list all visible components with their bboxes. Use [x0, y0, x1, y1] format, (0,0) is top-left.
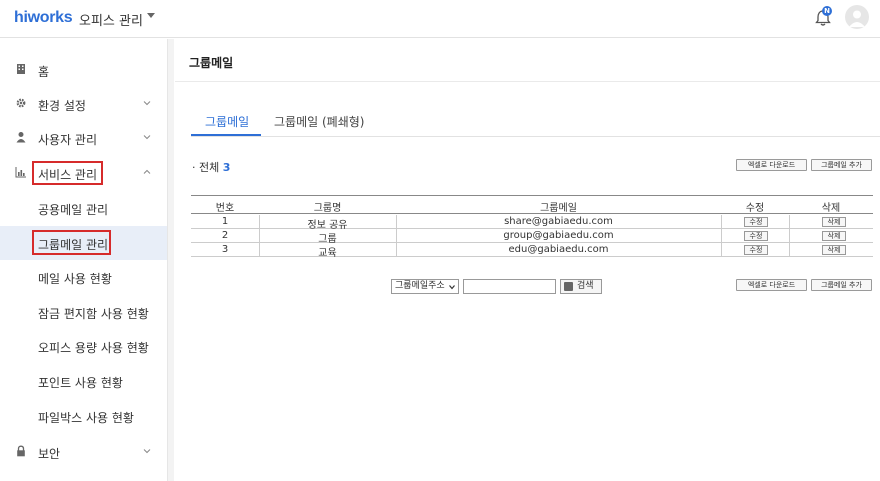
- chart-icon: [15, 167, 26, 178]
- sidebar-divider: [167, 39, 174, 481]
- cell-number: 1: [221, 216, 229, 227]
- app-switcher-label[interactable]: 오피스 관리: [79, 10, 143, 29]
- add-group-mail-button-bottom[interactable]: 그룹메일 추가: [811, 279, 872, 291]
- column-header-group-name: 그룹명: [313, 203, 342, 214]
- sidebar: 홈 환경 설정 사용자 관리 서비스 관리 공용메일 관리 그룹메일 관리 메일…: [0, 39, 167, 481]
- gear-icon: [16, 98, 26, 108]
- sidebar-subitem-locked-mailbox-usage[interactable]: 잠금 편지함 사용 현황: [0, 295, 167, 329]
- notification-badge: N: [822, 6, 832, 16]
- edit-button[interactable]: 수정: [744, 231, 768, 241]
- cell-group-email: share@gabiaedu.com: [504, 216, 613, 227]
- excel-download-button-bottom[interactable]: 엑셀로 다운로드: [736, 279, 807, 291]
- search-button-label: 검색: [577, 281, 594, 291]
- table-row: 1 정보 공유 share@gabiaedu.com 수정 삭제: [191, 215, 873, 231]
- search-icon: [564, 282, 573, 291]
- column-header-number: 번호: [215, 203, 235, 214]
- tab-group-mail[interactable]: 그룹메일: [205, 113, 249, 130]
- cell-number: 3: [221, 244, 229, 255]
- total-label: · 전체: [192, 161, 220, 174]
- page-title: 그룹메일: [189, 56, 234, 70]
- chevron-up-icon: [143, 169, 151, 174]
- highlight-box: [32, 161, 103, 185]
- total-count: · 전체 3: [192, 159, 230, 175]
- sidebar-item-settings[interactable]: 환경 설정: [0, 87, 167, 121]
- search-input[interactable]: [463, 279, 556, 294]
- top-bar: hiworks 오피스 관리 N: [0, 0, 880, 38]
- sidebar-subitem-shared-mail[interactable]: 공용메일 관리: [0, 191, 167, 225]
- sidebar-subitem-label: 공용메일 관리: [38, 203, 109, 217]
- avatar[interactable]: [845, 5, 869, 29]
- search-field-select-value: 그룹메일주소: [395, 281, 445, 291]
- caret-down-icon[interactable]: [147, 13, 155, 18]
- hiworks-logo[interactable]: hiworks: [14, 9, 73, 27]
- column-header-delete: 삭제: [821, 203, 841, 214]
- sidebar-item-label: 환경 설정: [38, 99, 86, 113]
- delete-button[interactable]: 삭제: [822, 231, 846, 241]
- sidebar-item-home[interactable]: 홈: [0, 53, 167, 87]
- sidebar-item-users[interactable]: 사용자 관리: [0, 121, 167, 155]
- sidebar-subitem-filebox-usage[interactable]: 파일박스 사용 현황: [0, 399, 167, 433]
- sidebar-item-security[interactable]: 보안: [0, 435, 167, 469]
- cell-group-email: edu@gabiaedu.com: [508, 244, 609, 255]
- sidebar-item-label: 사용자 관리: [38, 133, 98, 147]
- user-icon: [16, 132, 26, 143]
- sidebar-subitem-office-storage-usage[interactable]: 오피스 용량 사용 현황: [0, 329, 167, 363]
- column-divider: [259, 215, 260, 257]
- tab-group-mail-closed[interactable]: 그룹메일 (폐쇄형): [274, 113, 364, 130]
- edit-button[interactable]: 수정: [744, 217, 768, 227]
- column-header-group-email: 그룹메일: [540, 203, 577, 214]
- sidebar-subitem-label: 포인트 사용 현황: [38, 376, 123, 390]
- main-content: 그룹메일 그룹메일 그룹메일 (폐쇄형) · 전체 3 엑셀로 다운로드 그룹메…: [175, 39, 880, 481]
- chevron-down-icon: [449, 285, 455, 290]
- sidebar-item-label: 홈: [38, 65, 50, 79]
- sidebar-subitem-mail-usage[interactable]: 메일 사용 현황: [0, 260, 167, 294]
- column-divider: [721, 215, 722, 257]
- sidebar-subitem-label: 오피스 용량 사용 현황: [38, 341, 149, 355]
- sidebar-subitem-label: 잠금 편지함 사용 현황: [38, 307, 149, 321]
- sidebar-item-label: 보안: [38, 447, 61, 461]
- edit-button[interactable]: 수정: [744, 245, 768, 255]
- delete-button[interactable]: 삭제: [822, 245, 846, 255]
- search-button[interactable]: 검색: [560, 279, 602, 294]
- chevron-down-icon: [143, 449, 151, 454]
- search-field-select[interactable]: 그룹메일주소: [391, 279, 459, 294]
- building-icon: [17, 64, 25, 74]
- table-row: 2 그룹 group@gabiaedu.com 수정 삭제: [191, 229, 873, 245]
- cell-group-name: 교육: [318, 248, 337, 259]
- sidebar-subitem-point-usage[interactable]: 포인트 사용 현황: [0, 364, 167, 398]
- lock-icon: [17, 445, 25, 457]
- sidebar-subitem-label: 메일 사용 현황: [38, 272, 112, 286]
- delete-button[interactable]: 삭제: [822, 217, 846, 227]
- cell-number: 2: [221, 230, 229, 241]
- table-header: 번호 그룹명 그룹메일 수정 삭제: [191, 195, 873, 214]
- add-group-mail-button[interactable]: 그룹메일 추가: [811, 159, 872, 171]
- cell-group-email: group@gabiaedu.com: [503, 230, 614, 241]
- active-tab-indicator: [191, 134, 261, 136]
- column-divider: [396, 215, 397, 257]
- highlight-box: [32, 230, 111, 255]
- sidebar-subitem-label: 파일박스 사용 현황: [38, 411, 134, 425]
- excel-download-button[interactable]: 엑셀로 다운로드: [736, 159, 807, 171]
- column-divider: [789, 215, 790, 257]
- table-row: 3 교육 edu@gabiaedu.com 수정 삭제: [191, 243, 873, 259]
- chevron-down-icon: [143, 135, 151, 140]
- divider: [175, 81, 880, 82]
- total-count-value: 3: [222, 161, 231, 174]
- chevron-down-icon: [143, 101, 151, 106]
- avatar-silhouette-icon: [849, 10, 865, 27]
- tabs-divider: [191, 136, 880, 137]
- column-header-edit: 수정: [745, 203, 765, 214]
